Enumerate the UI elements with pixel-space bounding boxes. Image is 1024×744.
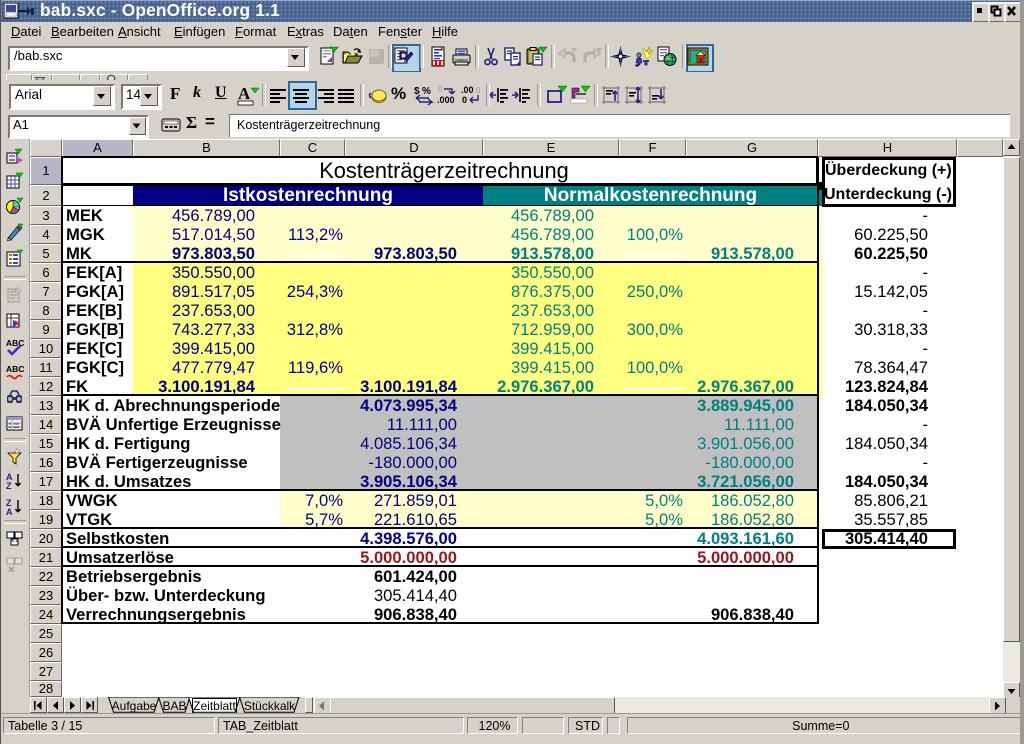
svg-text:Z: Z (6, 481, 12, 490)
svg-text:.000: .000 (437, 95, 455, 105)
svg-text:ABC: ABC (6, 338, 24, 348)
svg-text:A: A (238, 84, 251, 103)
svg-text:.00: .00 (461, 85, 474, 95)
svg-text:ABC: ABC (6, 364, 24, 374)
svg-text:A: A (6, 507, 13, 516)
svg-text:0: 0 (462, 95, 467, 105)
svg-text:0: 0 (476, 86, 481, 95)
svg-text:%: % (422, 86, 431, 97)
svg-text:0: 0 (438, 85, 443, 94)
